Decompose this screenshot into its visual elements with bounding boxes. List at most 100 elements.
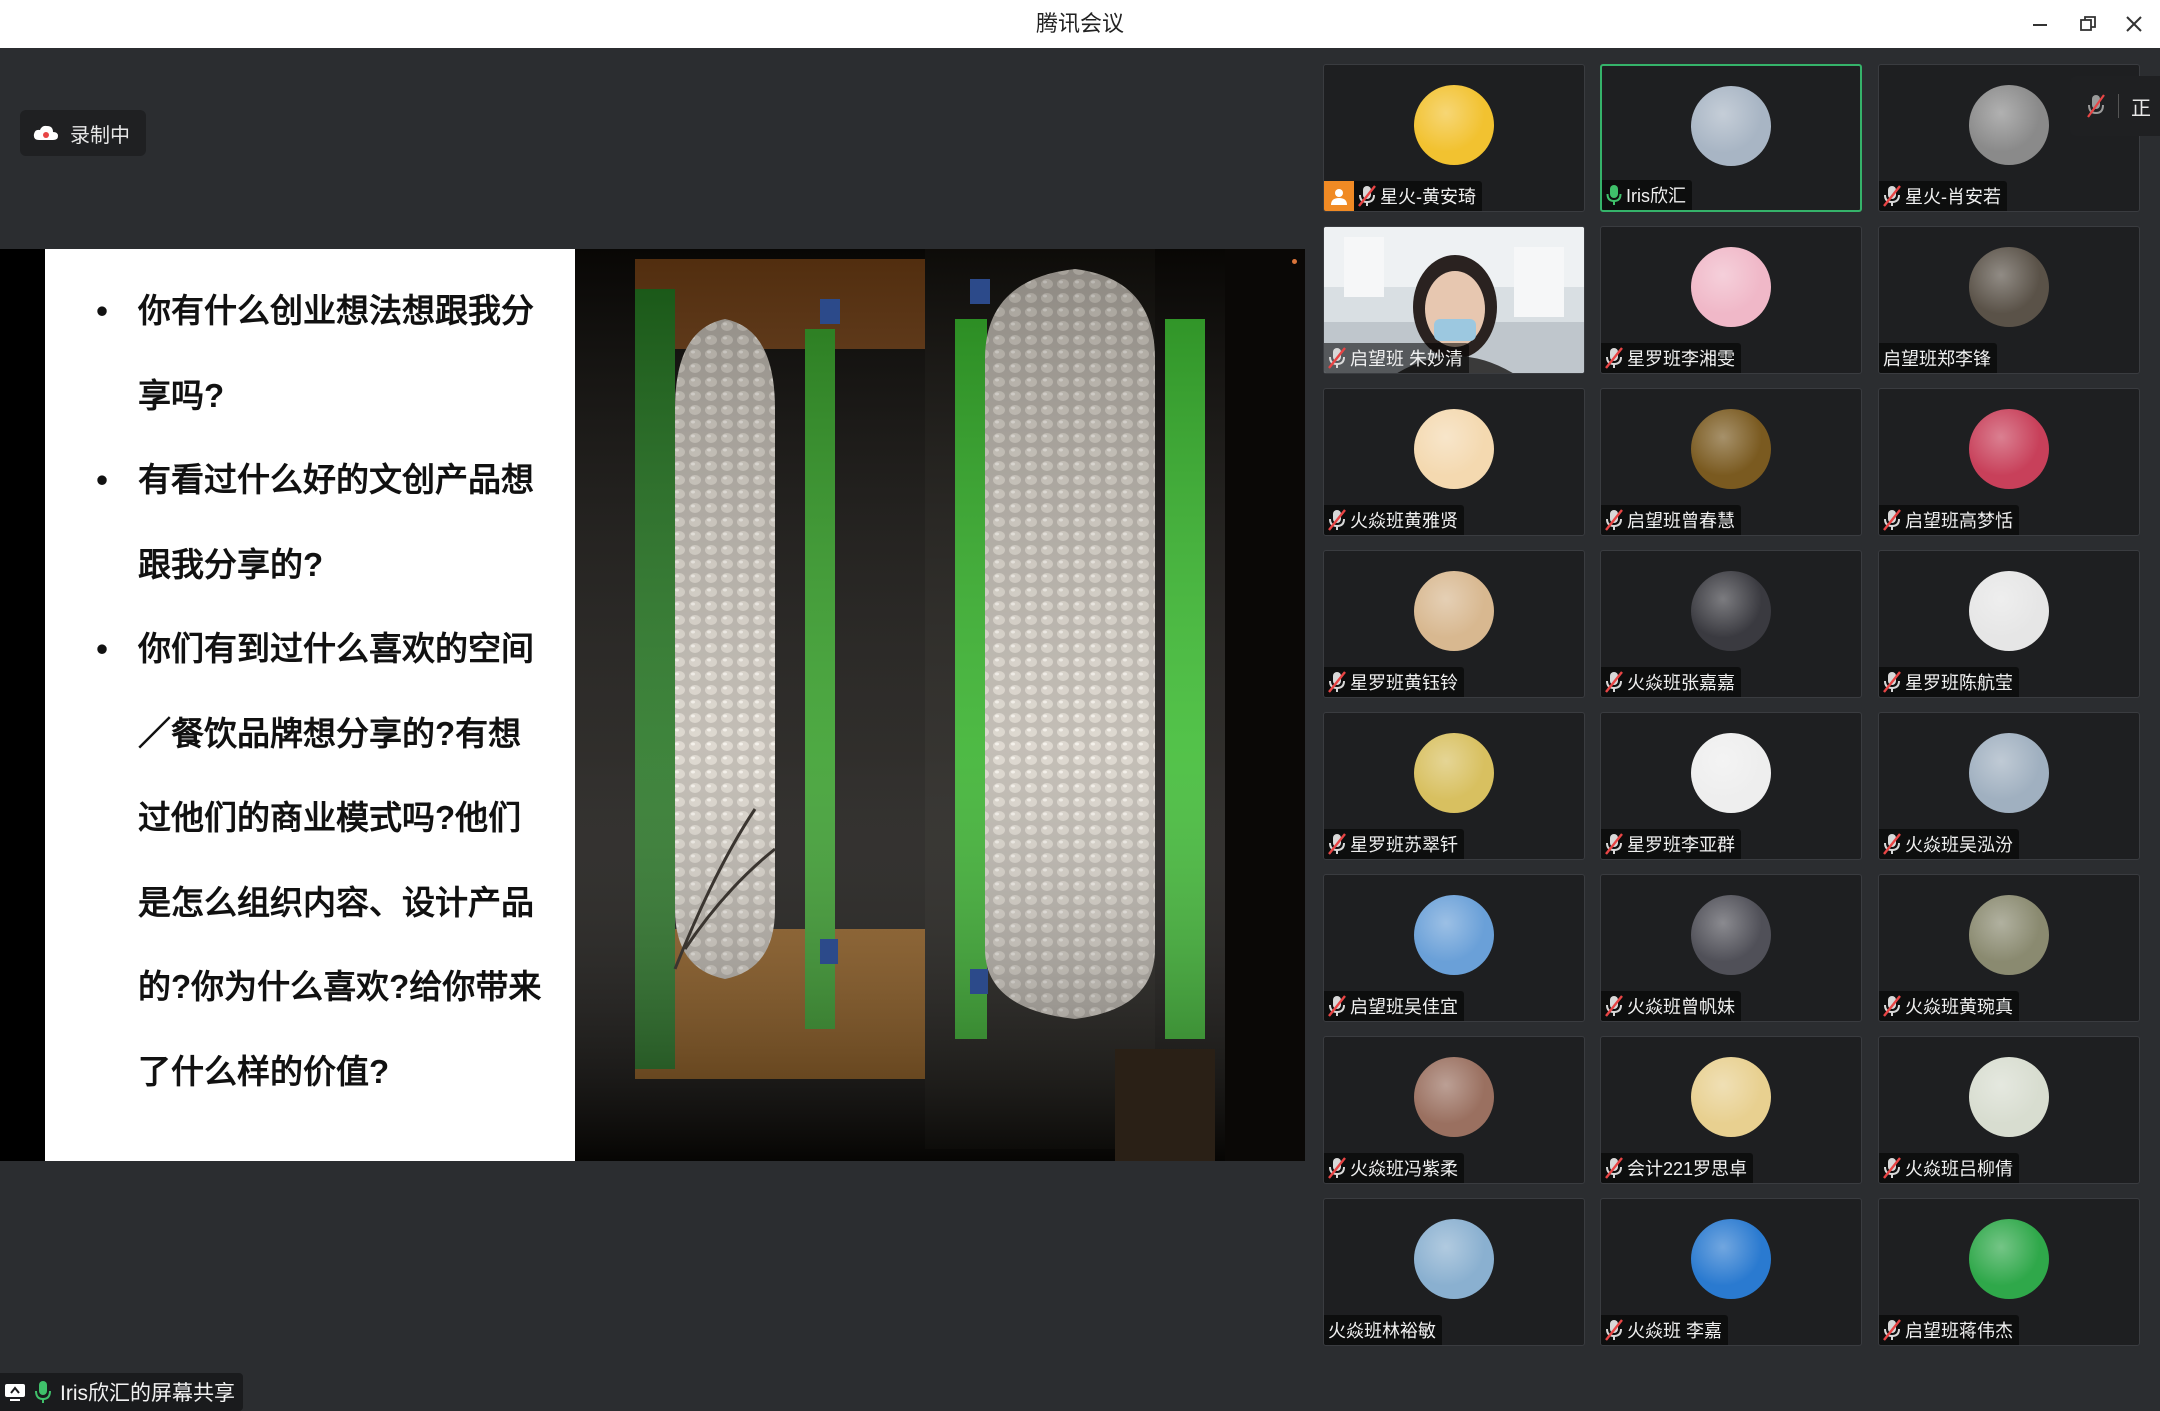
mic-muted-icon xyxy=(1605,509,1623,531)
participant-tile[interactable]: 启望班吴佳宜 xyxy=(1323,874,1585,1022)
avatar xyxy=(1691,409,1771,489)
participant-name: 启望班郑李锋 xyxy=(1883,349,1991,369)
participant-tile[interactable]: 启望班蒋伟杰 xyxy=(1878,1198,2140,1346)
participant-panel: 星火-黄安琦 Iris欣汇 星火-肖安若启望班 朱妙清 星罗班李湘雯 启望班郑李锋火焱班… xyxy=(1305,48,2160,1367)
bullet-item: • 你有什么创业想法想跟我分享吗? xyxy=(90,269,550,438)
participant-name: 火焱班吴泓汾 xyxy=(1905,835,2013,855)
bullet-text: 有看过什么好的文创产品想跟我分享的? xyxy=(138,461,534,583)
participant-name-row: 火焱班黄雅贤 xyxy=(1324,505,1464,535)
participant-name: 启望班蒋伟杰 xyxy=(1905,1321,2013,1341)
close-icon xyxy=(2126,16,2142,32)
mic-muted-icon xyxy=(1358,185,1376,207)
mic-muted-icon xyxy=(1328,995,1346,1017)
recording-label: 录制中 xyxy=(70,124,130,147)
participant-tile[interactable]: 火焱班 李嘉 xyxy=(1600,1198,1862,1346)
participant-name-row: 启望班 朱妙清 xyxy=(1324,343,1470,373)
participant-tile[interactable]: 星火-黄安琦 xyxy=(1323,64,1585,212)
participant-name-row: 火焱班曾帆妹 xyxy=(1601,991,1741,1021)
participant-name-row: 星罗班李亚群 xyxy=(1601,829,1741,859)
minimize-icon xyxy=(2033,24,2047,26)
participant-tile[interactable]: 火焱班黄琬真 xyxy=(1878,874,2140,1022)
participant-name-row: 启望班蒋伟杰 xyxy=(1879,1315,2019,1345)
participant-name: 火焱班张嘉嘉 xyxy=(1627,673,1735,693)
restore-button[interactable] xyxy=(2070,6,2106,42)
participant-name: 星罗班李亚群 xyxy=(1627,835,1735,855)
host-icon xyxy=(1324,181,1354,211)
participant-name-row: 火焱班林裕敏 xyxy=(1324,1315,1442,1345)
mic-muted-icon xyxy=(1605,833,1623,855)
participant-name: 星火-肖安若 xyxy=(1905,187,2001,207)
participant-tile[interactable]: 启望班 朱妙清 xyxy=(1323,226,1585,374)
stained-glass-window-photo xyxy=(575,249,1305,1161)
recording-badge[interactable]: 录制中 xyxy=(20,110,146,156)
edge-badge-label: 正 xyxy=(2131,97,2151,120)
participant-tile[interactable]: 星罗班李湘雯 xyxy=(1600,226,1862,374)
participant-tile[interactable]: 火焱班张嘉嘉 xyxy=(1600,550,1862,698)
participant-name: 火焱班曾帆妹 xyxy=(1627,997,1735,1017)
participant-name: 星罗班黄钰铃 xyxy=(1350,673,1458,693)
mic-muted-icon xyxy=(1883,995,1901,1017)
restore-icon xyxy=(2080,16,2096,31)
close-button[interactable] xyxy=(2116,6,2152,42)
participant-tile[interactable]: 火焱班吴泓汾 xyxy=(1878,712,2140,860)
participant-name: Iris欣汇 xyxy=(1626,186,1686,206)
avatar xyxy=(1691,1219,1771,1299)
participant-name-row: 星罗班李湘雯 xyxy=(1601,343,1741,373)
bullet-item: • 你们有到过什么喜欢的空间／餐饮品牌想分享的?有想过他们的商业模式吗?他们是怎么… xyxy=(90,607,550,1114)
window-illustration xyxy=(575,249,1305,1161)
participant-name: 火焱班 李嘉 xyxy=(1627,1321,1723,1341)
participant-name: 会计221罗思卓 xyxy=(1627,1159,1748,1179)
edge-status-badge[interactable]: 正 xyxy=(2070,76,2160,136)
avatar xyxy=(1691,571,1771,651)
mic-muted-icon xyxy=(1883,1319,1901,1341)
participant-name-row: 星火-肖安若 xyxy=(1879,181,2007,211)
main-stage: 录制中 • 你有什么创业想法想跟我分享吗? • 有看过什么好的文创产品想跟我分享的?… xyxy=(0,48,1305,1411)
mic-muted-icon xyxy=(1328,833,1346,855)
mic-muted-icon xyxy=(1605,995,1623,1017)
participant-tile[interactable]: 星罗班黄钰铃 xyxy=(1323,550,1585,698)
participant-name: 火焱班林裕敏 xyxy=(1328,1321,1436,1341)
participant-name: 启望班吴佳宜 xyxy=(1350,997,1458,1017)
bullet-text: 你有什么创业想法想跟我分享吗? xyxy=(138,292,534,414)
mic-muted-icon xyxy=(1605,1157,1623,1179)
minimize-button[interactable] xyxy=(2022,6,2058,42)
divider xyxy=(2118,94,2119,118)
participant-name-row: 启望班郑李锋 xyxy=(1879,343,1997,373)
participant-tile[interactable]: 会计221罗思卓 xyxy=(1600,1036,1862,1184)
participant-name-row: 火焱班冯紫柔 xyxy=(1324,1153,1464,1183)
avatar xyxy=(1969,571,2049,651)
participant-tile[interactable]: 星罗班李亚群 xyxy=(1600,712,1862,860)
mic-muted-icon xyxy=(1328,509,1346,531)
participant-name-row: 星火-黄安琦 xyxy=(1324,181,1482,211)
avatar xyxy=(1969,1219,2049,1299)
avatar xyxy=(1691,1057,1771,1137)
mic-active-icon xyxy=(1606,185,1622,205)
avatar xyxy=(1691,86,1771,166)
participant-name-row: 会计221罗思卓 xyxy=(1601,1153,1754,1183)
mic-muted-icon xyxy=(1328,347,1346,369)
participant-name-row: 启望班曾春慧 xyxy=(1601,505,1741,535)
mic-muted-icon xyxy=(1883,509,1901,531)
participant-tile[interactable]: Iris欣汇 xyxy=(1600,64,1862,212)
screen-share-text: Iris欣汇的屏幕共享 xyxy=(60,1382,235,1405)
participant-tile[interactable]: 启望班高梦恬 xyxy=(1878,388,2140,536)
participant-tile[interactable]: 启望班曾春慧 xyxy=(1600,388,1862,536)
participant-name-row: 星罗班黄钰铃 xyxy=(1324,667,1464,697)
mic-muted-icon xyxy=(1883,833,1901,855)
mic-muted-icon xyxy=(1328,1157,1346,1179)
participant-tile[interactable]: 火焱班冯紫柔 xyxy=(1323,1036,1585,1184)
bullet-list: • 你有什么创业想法想跟我分享吗? • 有看过什么好的文创产品想跟我分享的? • 你们… xyxy=(90,269,550,1114)
participant-name-row: 火焱班吴泓汾 xyxy=(1879,829,2019,859)
participant-name: 火焱班黄琬真 xyxy=(1905,997,2013,1017)
participant-tile[interactable]: 启望班郑李锋 xyxy=(1878,226,2140,374)
participant-tile[interactable]: 火焱班吕柳倩 xyxy=(1878,1036,2140,1184)
participant-tile[interactable]: 火焱班曾帆妹 xyxy=(1600,874,1862,1022)
participant-tile[interactable]: 星罗班苏翠钎 xyxy=(1323,712,1585,860)
participant-tile[interactable]: 星罗班陈航莹 xyxy=(1878,550,2140,698)
participant-tile[interactable]: 火焱班黄雅贤 xyxy=(1323,388,1585,536)
avatar xyxy=(1414,85,1494,165)
shared-screen[interactable]: • 你有什么创业想法想跟我分享吗? • 有看过什么好的文创产品想跟我分享的? • 你们… xyxy=(0,249,1305,1161)
mic-muted-icon xyxy=(2087,94,2105,118)
participant-tile[interactable]: 火焱班林裕敏 xyxy=(1323,1198,1585,1346)
avatar xyxy=(1969,733,2049,813)
